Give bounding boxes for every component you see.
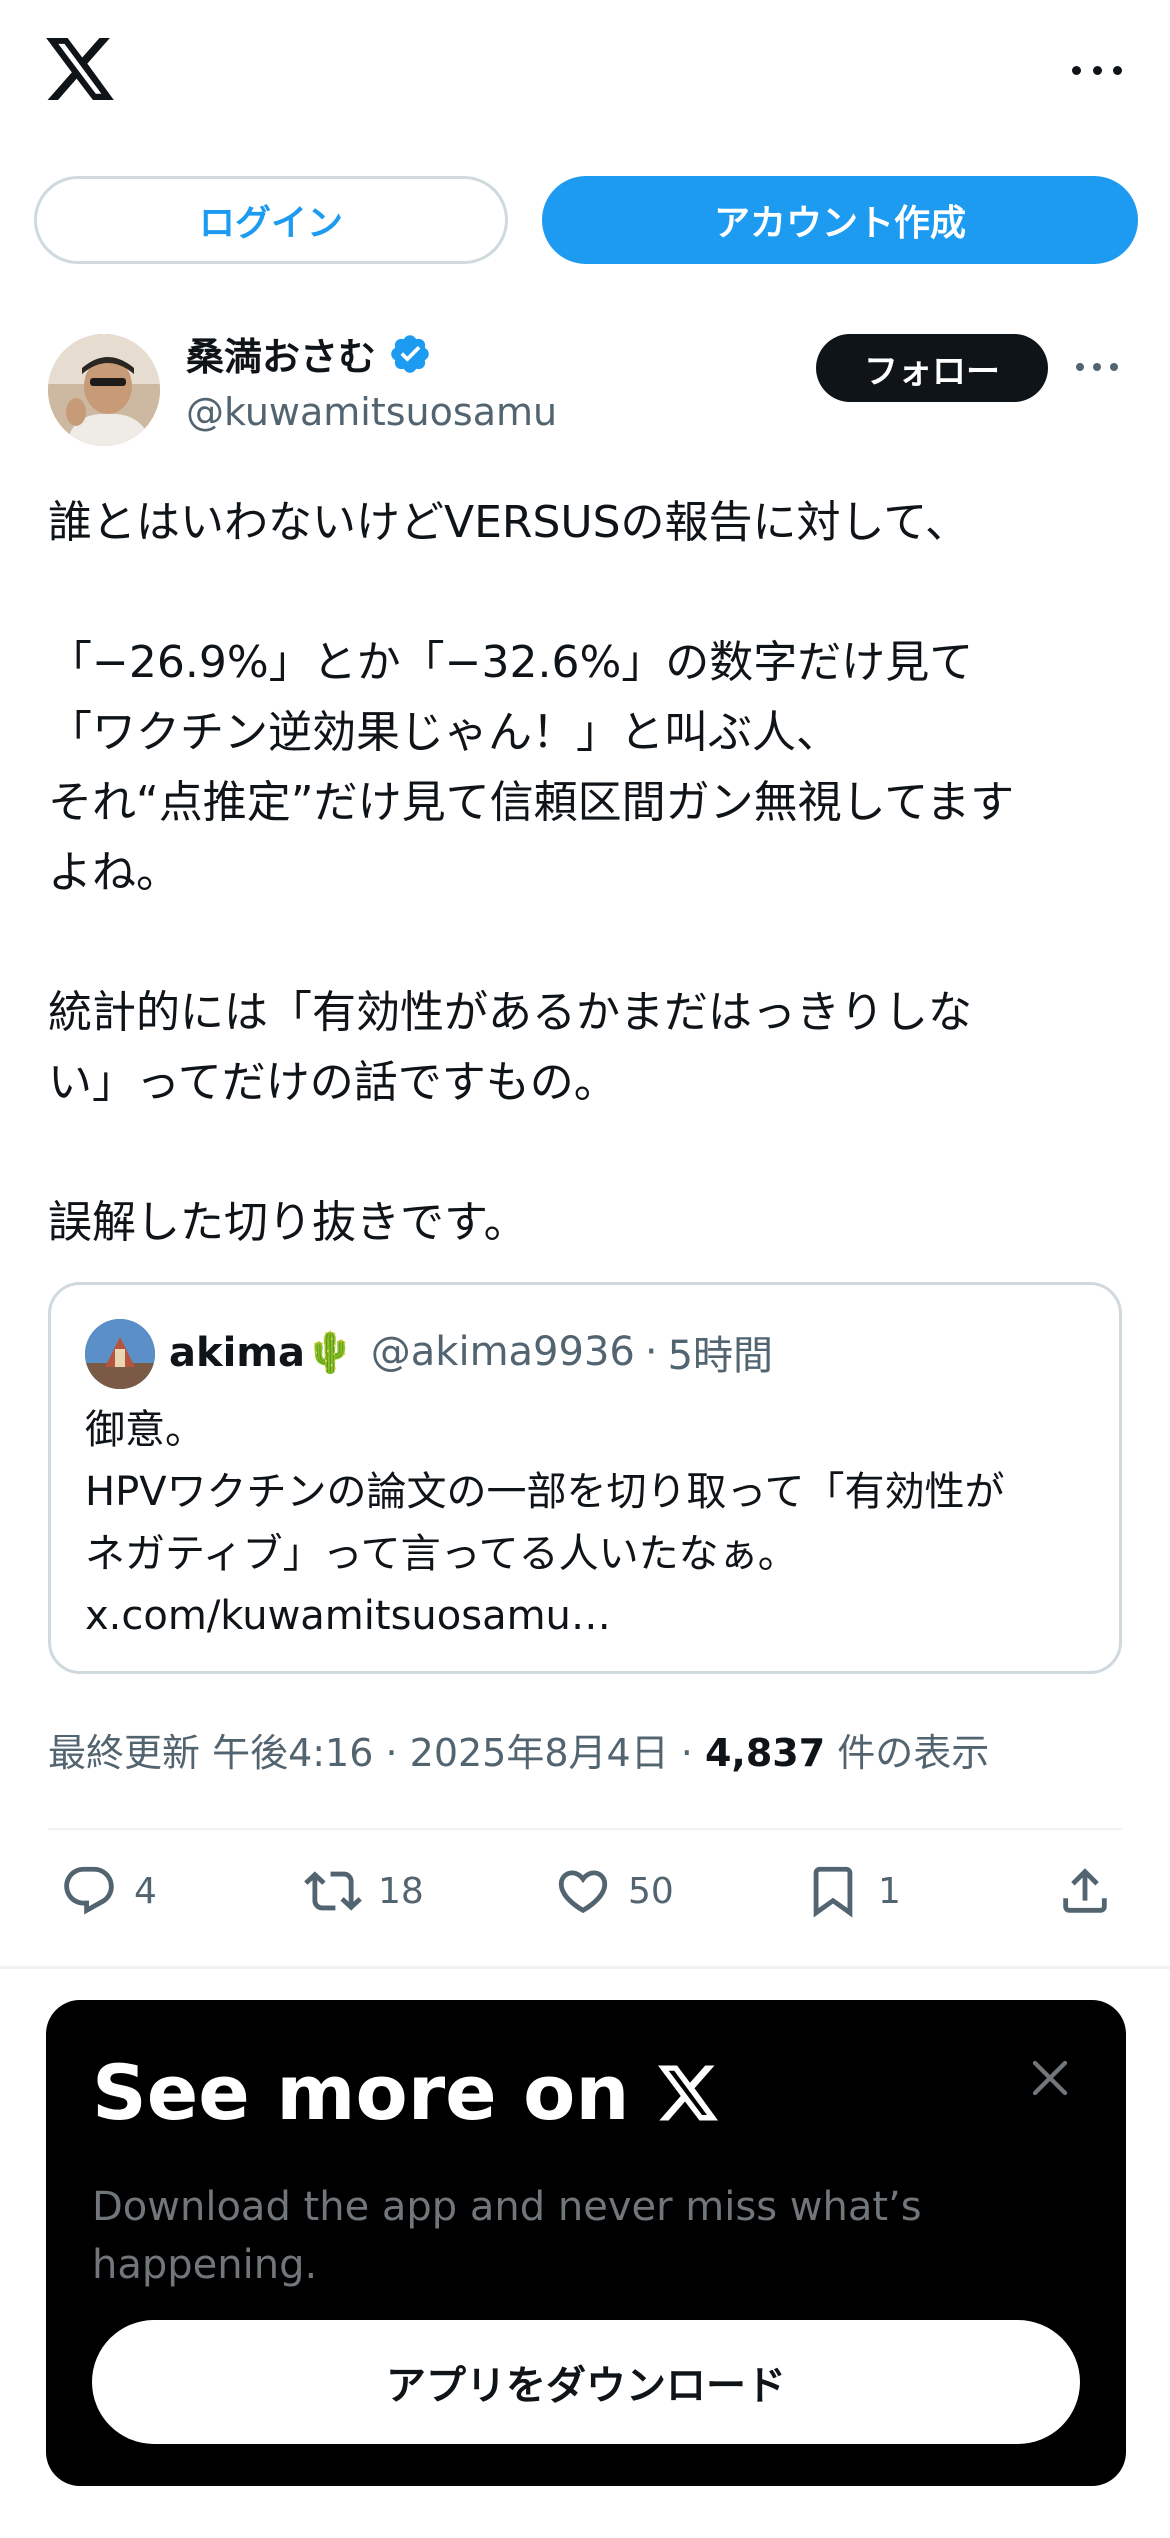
tweet-spacer: [48, 1118, 1128, 1188]
tweet-text: 誰とはいわないけどVERSUSの報告に対して、 「−26.9%」とか「−32.6…: [48, 488, 1128, 1258]
quoted-author-avatar: [85, 1319, 155, 1389]
author-handle[interactable]: @kuwamitsuosamu: [186, 390, 557, 434]
share-button[interactable]: [1056, 1862, 1114, 1920]
quoted-tweet-card[interactable]: akima🌵 @akima9936 · 5時間 御意。 HPVワクチンの論文の一…: [48, 1282, 1122, 1674]
divider: [0, 1966, 1170, 1969]
promo-subtitle: Download the app and never miss what’s h…: [92, 2184, 922, 2288]
tweet-meta: 最終更新 午後4:16 · 2025年8月4日 · 4,837 件の表示: [48, 1722, 989, 1777]
quoted-header: akima🌵 @akima9936 · 5時間: [169, 1323, 773, 1381]
reply-icon: [64, 1866, 114, 1915]
tweet-paragraph: 統計的には「有効性があるかまだはっきりしな い」ってだけの話ですもの。: [48, 987, 972, 1108]
more-options-icon[interactable]: [1072, 52, 1122, 88]
tweet-timestamp[interactable]: 最終更新 午後4:16 · 2025年8月4日 ·: [48, 1731, 705, 1775]
share-icon: [1063, 1868, 1107, 1913]
quoted-line: ネガティブ」って言ってる人いたなぁ。: [85, 1531, 798, 1577]
retweet-count: 18: [378, 1870, 424, 1912]
retweet-icon: [304, 1871, 362, 1911]
author-name-text: 桑満おさむ: [186, 335, 377, 379]
quoted-timestamp: 5時間: [667, 1333, 774, 1379]
view-count-label: 件の表示: [825, 1731, 990, 1775]
quoted-separator: ·: [644, 1329, 658, 1375]
tweet-more-icon[interactable]: [1076, 352, 1118, 382]
x-logo-icon: [657, 2065, 718, 2120]
quoted-text: 御意。 HPVワクチンの論文の一部を切り取って「有効性が ネガティブ」って言って…: [85, 1399, 1095, 1647]
quoted-link[interactable]: x.com/kuwamitsuosamu…: [85, 1585, 1095, 1647]
promo-title: See more on: [92, 2048, 718, 2137]
close-icon[interactable]: [1030, 2058, 1070, 2098]
tweet-spacer: [48, 908, 1128, 978]
reply-count: 4: [134, 1870, 157, 1912]
login-button[interactable]: ログイン: [34, 176, 508, 264]
quoted-line: 御意。: [85, 1407, 205, 1453]
author-name[interactable]: 桑満おさむ: [186, 326, 432, 381]
quoted-author-handle: @akima9936: [370, 1329, 635, 1375]
like-button[interactable]: 50: [554, 1862, 674, 1920]
bookmark-icon: [813, 1866, 853, 1918]
view-count: 4,837: [704, 1731, 826, 1775]
tweet-spacer: [48, 558, 1128, 628]
bookmark-count: 1: [878, 1870, 901, 1912]
top-bar: [0, 0, 1170, 150]
x-logo-icon[interactable]: [46, 38, 114, 100]
tweet-paragraph: 誤解した切り抜きです。: [48, 1197, 528, 1248]
action-bar: 4 18 50 1: [60, 1862, 1120, 1932]
follow-button[interactable]: フォロー: [816, 334, 1048, 402]
bookmark-button[interactable]: 1: [804, 1862, 901, 1920]
author-avatar[interactable]: [48, 334, 160, 446]
tweet-page: ログイン アカウント作成 桑満おさむ @kuwamitsuosamu フォロー …: [0, 0, 1170, 2538]
reply-button[interactable]: 4: [60, 1862, 157, 1920]
divider: [48, 1828, 1122, 1830]
app-promo-card: See more on Download the app and never m…: [46, 2000, 1126, 2486]
like-count: 50: [628, 1870, 674, 1912]
verified-badge-icon: [391, 334, 429, 373]
quoted-author-name: akima🌵: [169, 1329, 355, 1376]
tweet-paragraph: 「−26.9%」とか「−32.6%」の数字だけ見て 「ワクチン逆効果じゃん！」と…: [48, 637, 1015, 898]
tweet-paragraph: 誰とはいわないけどVERSUSの報告に対して、: [48, 497, 970, 548]
promo-title-text: See more on: [92, 2048, 630, 2137]
create-account-button[interactable]: アカウント作成: [542, 176, 1138, 264]
retweet-button[interactable]: 18: [304, 1862, 424, 1920]
download-app-button[interactable]: アプリをダウンロード: [92, 2320, 1080, 2444]
heart-icon: [558, 1870, 608, 1914]
quoted-line: HPVワクチンの論文の一部を切り取って「有効性が: [85, 1469, 1005, 1515]
